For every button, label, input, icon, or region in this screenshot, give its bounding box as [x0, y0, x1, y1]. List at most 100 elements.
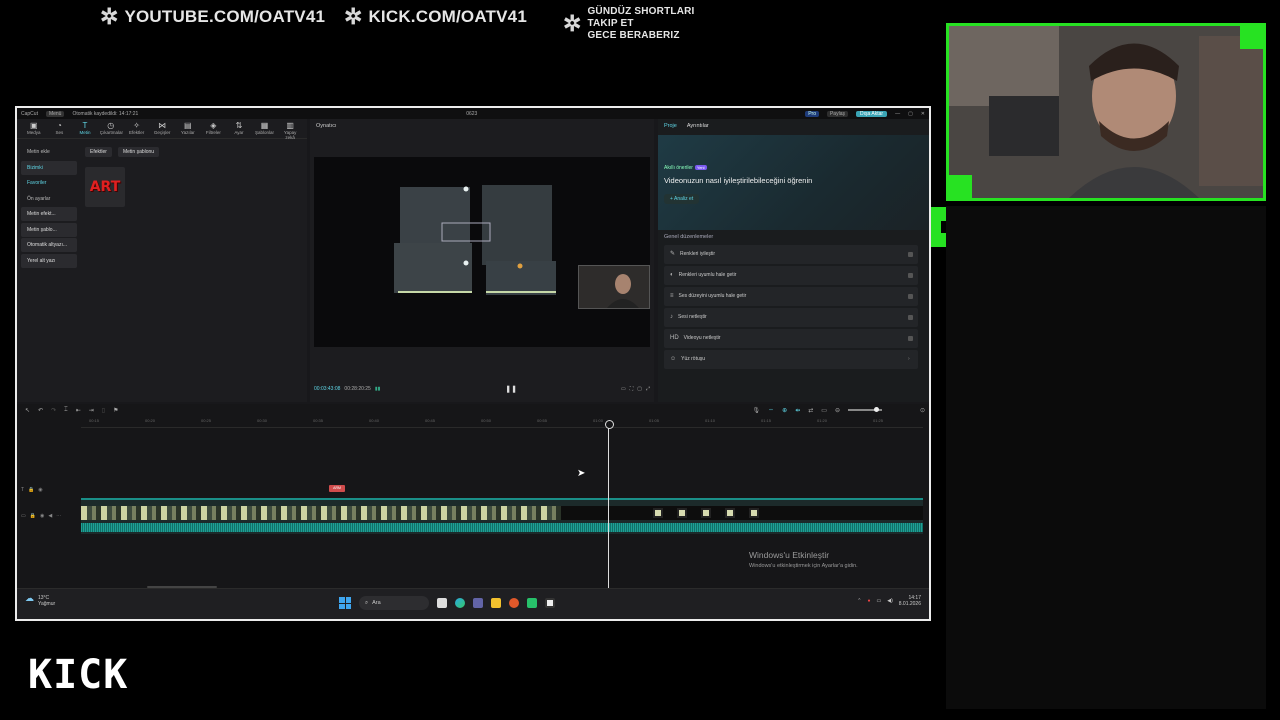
chevron-up-icon[interactable]: ⌃: [857, 598, 861, 604]
windows-start-icon[interactable]: [339, 597, 351, 609]
zoom-slider[interactable]: [847, 407, 882, 412]
lock-icon[interactable]: 🔒: [28, 487, 34, 493]
task-view-icon[interactable]: [437, 598, 447, 608]
caption-icon[interactable]: ▭: [821, 407, 827, 414]
split-icon[interactable]: ⌶: [64, 407, 68, 414]
mute-icon[interactable]: ◀: [48, 513, 52, 519]
nav-presets[interactable]: Ön ayarlar: [21, 192, 77, 206]
kick-app-icon[interactable]: [527, 598, 537, 608]
zoom-out-icon[interactable]: ⊖: [835, 407, 840, 414]
playhead[interactable]: [605, 420, 614, 588]
share-button[interactable]: Paylaş: [826, 110, 848, 117]
select-tool-icon[interactable]: ↖: [25, 407, 30, 414]
clock[interactable]: 14:17 8.01.2026: [899, 595, 921, 607]
enhance-colors-item[interactable]: ✎ Renkleri iyileştir: [664, 245, 918, 264]
timeline-toolbar: ↖ ↶ ↷ ⌶ ⇤ ⇥ ▯ ⚑ 🎙 ⇔ ⊕ ⇹ ⇄ ▭ ⊖ ⊙: [17, 404, 929, 416]
more-icon[interactable]: ⋯: [56, 513, 61, 519]
nav-mine[interactable]: Bizimki: [21, 160, 77, 175]
tool-captions[interactable]: ▤ Yazılar: [177, 121, 199, 136]
link-icon[interactable]: ⇔: [768, 407, 774, 413]
sticker-icon: ◷: [107, 121, 115, 130]
zoom-fit-icon[interactable]: ⊙: [920, 407, 925, 414]
tab-text-template[interactable]: Metin şablonu: [117, 147, 160, 157]
lock-icon[interactable]: 🔒: [30, 513, 36, 519]
nav-text-effects[interactable]: Metin efekt...: [21, 207, 77, 221]
tab-details[interactable]: Ayrıntılar: [687, 119, 709, 133]
eye-icon[interactable]: ◉: [38, 487, 42, 493]
zoom-knob[interactable]: [873, 407, 879, 412]
tool-text[interactable]: T Metin: [74, 121, 96, 136]
file-explorer-icon[interactable]: [491, 598, 501, 608]
split-screen-icon[interactable]: ⇄: [808, 407, 813, 414]
marker-icon[interactable]: ⚑: [113, 407, 118, 414]
toggle[interactable]: [908, 315, 913, 320]
mic-icon[interactable]: 🎙: [753, 407, 761, 414]
tab-effects[interactable]: Efektler: [85, 147, 112, 157]
close-icon[interactable]: ✕: [921, 111, 925, 117]
tool-transitions[interactable]: ⋈ Geçişler: [151, 121, 173, 136]
toggle[interactable]: [908, 336, 913, 341]
minimize-icon[interactable]: —: [895, 111, 900, 117]
tool-media[interactable]: ▣ Medya: [23, 121, 45, 136]
crop-icon[interactable]: ⛶: [630, 386, 634, 392]
weather-icon: ☁: [25, 593, 34, 603]
normalize-volume-item[interactable]: ≡ Ses düzeyini uyumlu hale getir: [664, 287, 918, 306]
maximize-icon[interactable]: ▢: [908, 111, 913, 117]
match-colors-item[interactable]: ◐ Renkleri uyumlu hale getir: [664, 266, 918, 285]
clarify-audio-item[interactable]: ♪ Sesi netleştir: [664, 308, 918, 327]
track-type-icon: ▭: [21, 513, 26, 519]
tool-filters[interactable]: ◈ Filtreler: [203, 121, 225, 136]
tool-ai[interactable]: ▥ Yapay zekâ: [279, 121, 301, 140]
browser-icon[interactable]: [509, 598, 519, 608]
toggle[interactable]: [908, 294, 913, 299]
tool-adjust[interactable]: ⇅ Ayar: [228, 121, 250, 136]
tool-stickers[interactable]: ◷ Çıkartmalar: [100, 121, 123, 136]
preview-axis-icon[interactable]: ⇹: [795, 407, 800, 414]
edge-icon[interactable]: [455, 598, 465, 608]
toggle[interactable]: [908, 273, 913, 278]
eye-icon[interactable]: ◉: [40, 513, 44, 519]
text-asset[interactable]: ART: [85, 167, 125, 207]
tool-audio[interactable]: ◔ Ses: [49, 121, 71, 136]
tool-effects[interactable]: ✧ Efektler: [126, 121, 148, 136]
video-preview[interactable]: [314, 157, 650, 347]
ruler-tick: 01:20: [817, 418, 828, 423]
ratio-icon[interactable]: ▭: [621, 386, 626, 392]
menu-button[interactable]: Menü: [45, 110, 65, 117]
undo-icon[interactable]: ↶: [38, 407, 43, 414]
redo-icon[interactable]: ↷: [51, 407, 56, 414]
face-retouch-item[interactable]: ☺ Yüz rötuşu ›: [664, 350, 918, 369]
tool-templates[interactable]: ▦ Şablonlar: [254, 121, 276, 136]
capcut-icon[interactable]: [545, 598, 555, 608]
tab-project[interactable]: Proje: [664, 119, 677, 133]
nav-text-templates[interactable]: Metin şablo...: [21, 222, 77, 237]
speaker-icon[interactable]: ◀): [887, 598, 893, 604]
export-button[interactable]: Dışa Aktar: [855, 110, 888, 117]
timeline[interactable]: 00:15 00:20 00:25 00:30 00:35 00:40 00:4…: [17, 416, 929, 588]
snapshot-icon[interactable]: ▢: [637, 386, 642, 392]
fullscreen-icon[interactable]: ⤢: [646, 386, 650, 392]
trim-right-icon[interactable]: ⇥: [89, 407, 94, 414]
magnet-icon[interactable]: ⊕: [782, 407, 787, 414]
mic-tray-icon[interactable]: ●: [867, 598, 870, 604]
toggle[interactable]: [908, 252, 913, 257]
pause-icon[interactable]: ❚❚: [505, 385, 517, 393]
sharpen-video-item[interactable]: HD Videoyu netleştir: [664, 329, 918, 348]
nav-add-text[interactable]: Metin ekle: [21, 145, 77, 159]
video-clip[interactable]: [81, 498, 923, 534]
nav-favorites[interactable]: Favoriler: [21, 176, 77, 190]
tool-label: Geçişler: [153, 130, 171, 135]
weather-widget[interactable]: ☁ 13°C Yağmur: [25, 593, 55, 608]
tool-label: Medya: [27, 130, 41, 135]
ruler-tick: 00:35: [313, 418, 324, 423]
trim-left-icon[interactable]: ⇤: [76, 407, 81, 414]
network-icon[interactable]: ▭: [877, 598, 882, 604]
nav-auto-captions[interactable]: Otomatik altyazı...: [21, 238, 77, 252]
nav-local-captions[interactable]: Yerel alt yazı: [21, 253, 77, 268]
delete-icon[interactable]: ▯: [102, 407, 105, 414]
taskbar-search[interactable]: ⌕ Ara: [359, 596, 429, 610]
analyze-button[interactable]: + Analiz et: [664, 194, 700, 204]
text-clip[interactable]: ARM: [329, 485, 345, 492]
teams-icon[interactable]: [473, 598, 483, 608]
pro-button[interactable]: Pro: [805, 110, 819, 117]
